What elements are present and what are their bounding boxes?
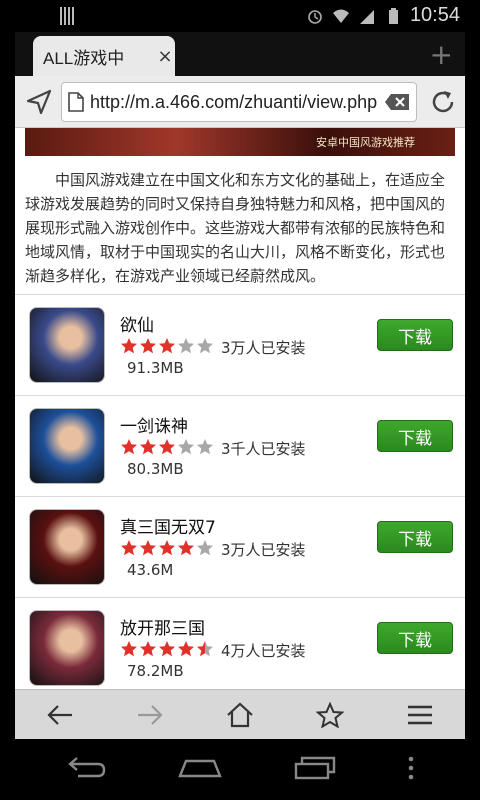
game-list: 欲仙 3万人已安装 91.3MB 下载 一剑诛神 3千人已安装 80.3MB 下载 真三国无双7… xyxy=(15,294,465,689)
banner-image: 安卓中国风游戏推荐 xyxy=(25,128,455,156)
install-count: 3千人已安装 xyxy=(221,440,306,458)
star-icon xyxy=(178,641,194,657)
browser-toolbar xyxy=(15,689,465,739)
forward-icon[interactable] xyxy=(130,697,170,733)
star-icon xyxy=(140,338,156,354)
app-name[interactable]: 一剑诛神 xyxy=(120,412,188,437)
clock: 10:54 xyxy=(409,4,460,26)
list-item[interactable]: 放开那三国 4万人已安装 78.2MB 下载 xyxy=(15,597,465,689)
star-icon xyxy=(197,641,213,657)
close-tab-icon[interactable]: × xyxy=(155,46,175,67)
battery-icon xyxy=(388,7,398,24)
app-icon[interactable] xyxy=(29,509,105,585)
rating-stars xyxy=(120,539,214,557)
app-name[interactable]: 欲仙 xyxy=(120,311,154,336)
star-icon xyxy=(159,641,175,657)
rating-stars xyxy=(120,438,214,456)
navigate-icon[interactable] xyxy=(25,88,53,116)
browser-tab[interactable]: ALL游戏中 × xyxy=(33,36,175,76)
system-nav-bar xyxy=(0,739,480,800)
star-icon xyxy=(197,540,213,556)
notification-icon xyxy=(60,7,76,25)
list-item[interactable]: 欲仙 3万人已安装 91.3MB 下载 xyxy=(15,294,465,395)
star-icon xyxy=(159,338,175,354)
system-overflow-icon[interactable] xyxy=(406,755,416,785)
star-icon xyxy=(178,540,194,556)
star-icon xyxy=(140,540,156,556)
system-back-icon[interactable] xyxy=(64,755,108,785)
new-tab-icon[interactable]: + xyxy=(430,38,453,71)
download-button[interactable]: 下载 xyxy=(377,420,453,452)
app-name[interactable]: 真三国无双7 xyxy=(120,513,216,538)
url-field[interactable]: http://m.a.466.com/zhuanti/view.php xyxy=(61,82,417,122)
star-icon xyxy=(121,439,137,455)
install-count: 3万人已安装 xyxy=(221,339,306,357)
tab-title: ALL游戏中 xyxy=(43,48,125,68)
star-icon xyxy=(140,439,156,455)
bookmark-star-icon[interactable] xyxy=(310,697,350,733)
address-bar: http://m.a.466.com/zhuanti/view.php xyxy=(15,76,465,128)
signal-icon xyxy=(359,9,374,24)
list-item[interactable]: 真三国无双7 3万人已安装 43.6M 下载 xyxy=(15,496,465,597)
install-count: 3万人已安装 xyxy=(221,541,306,559)
file-size: 43.6M xyxy=(127,561,174,579)
clear-url-icon[interactable] xyxy=(384,93,410,111)
banner-caption: 安卓中国风游戏推荐 xyxy=(316,136,415,149)
rating-stars xyxy=(120,337,214,355)
system-recents-icon[interactable] xyxy=(292,755,338,785)
tab-bar: ALL游戏中 × + xyxy=(15,32,465,76)
url-text: http://m.a.466.com/zhuanti/view.php xyxy=(90,91,378,112)
star-icon xyxy=(159,540,175,556)
star-icon xyxy=(197,439,213,455)
app-icon[interactable] xyxy=(29,408,105,484)
rating-stars xyxy=(120,640,214,658)
star-icon xyxy=(140,641,156,657)
star-icon xyxy=(178,439,194,455)
web-content: 安卓中国风游戏推荐 中国风游戏建立在中国文化和东方文化的基础上，在适应全球游戏发… xyxy=(15,128,465,689)
download-button[interactable]: 下载 xyxy=(377,521,453,553)
list-item[interactable]: 一剑诛神 3千人已安装 80.3MB 下载 xyxy=(15,395,465,496)
star-icon xyxy=(121,641,137,657)
install-count: 4万人已安装 xyxy=(221,642,306,660)
download-button[interactable]: 下载 xyxy=(377,622,453,654)
system-home-icon[interactable] xyxy=(176,756,224,784)
star-icon xyxy=(121,540,137,556)
wifi-icon xyxy=(332,9,349,23)
file-size: 80.3MB xyxy=(127,460,184,478)
star-icon xyxy=(121,338,137,354)
menu-icon[interactable] xyxy=(400,697,440,733)
file-size: 91.3MB xyxy=(127,359,184,377)
status-bar: 10:54 xyxy=(0,0,480,32)
app-icon[interactable] xyxy=(29,307,105,383)
file-size: 78.2MB xyxy=(127,662,184,680)
star-icon xyxy=(197,338,213,354)
intro-text: 中国风游戏建立在中国文化和东方文化的基础上，在适应全球游戏发展趋势的同时又保持自… xyxy=(25,171,446,285)
page-icon xyxy=(68,92,84,112)
download-button[interactable]: 下载 xyxy=(377,319,453,351)
alarm-icon xyxy=(308,9,322,24)
app-name[interactable]: 放开那三国 xyxy=(120,614,205,639)
star-icon xyxy=(178,338,194,354)
reload-icon[interactable] xyxy=(429,88,457,116)
home-icon[interactable] xyxy=(220,697,260,733)
app-icon[interactable] xyxy=(29,610,105,686)
star-icon xyxy=(159,439,175,455)
back-icon[interactable] xyxy=(40,697,80,733)
